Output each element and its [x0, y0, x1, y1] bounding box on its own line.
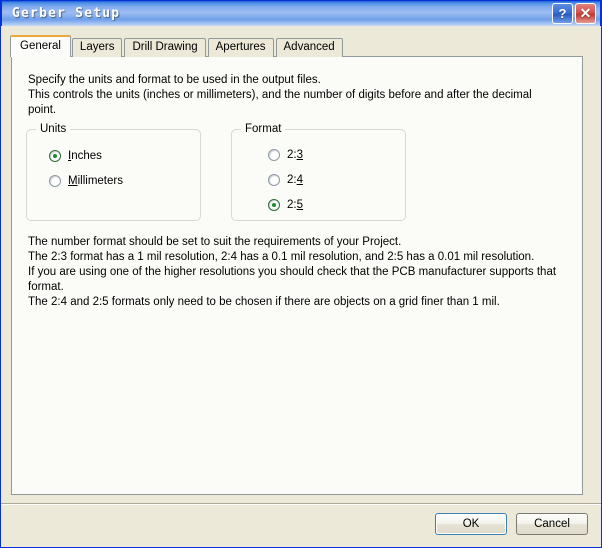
- radio-millimeters-mnemonic: M: [68, 175, 78, 187]
- units-group: Units Inches Millimeters: [26, 123, 201, 221]
- radio-inches[interactable]: Inches: [49, 150, 102, 162]
- title-bar-buttons: ? ✕: [552, 3, 596, 24]
- radio-format-2-3-prefix: 2:: [287, 149, 297, 161]
- radio-format-2-5-prefix: 2:: [287, 199, 297, 211]
- radio-format-2-4-prefix: 2:: [287, 174, 297, 186]
- format-group-label: Format: [241, 123, 286, 136]
- format-group: Format 2:3 2:4 2:5: [231, 123, 406, 221]
- radio-format-2-3-mnemonic: 3: [296, 149, 303, 161]
- title-bar: Gerber Setup ? ✕: [1, 0, 601, 26]
- tab-content-panel: Specify the units and format to be used …: [11, 56, 583, 495]
- radio-format-2-5-label: 2:5: [287, 199, 303, 211]
- tab-drill-drawing[interactable]: Drill Drawing: [124, 38, 206, 57]
- radio-format-2-4[interactable]: 2:4: [268, 174, 303, 186]
- radio-inches-indicator[interactable]: [49, 150, 61, 162]
- radio-inches-label: Inches: [68, 150, 102, 162]
- radio-format-2-3[interactable]: 2:3: [268, 149, 303, 161]
- radio-millimeters-label: Millimeters: [68, 175, 123, 187]
- intro-text: Specify the units and format to be used …: [28, 74, 532, 116]
- radio-millimeters-text: illimeters: [77, 175, 123, 187]
- cancel-button[interactable]: Cancel: [516, 513, 588, 535]
- tab-advanced[interactable]: Advanced: [275, 38, 343, 57]
- radio-format-2-5-mnemonic: 5: [296, 199, 303, 211]
- ok-button[interactable]: OK: [435, 513, 507, 535]
- tab-layers[interactable]: Layers: [71, 38, 123, 57]
- radio-format-2-3-label: 2:3: [287, 149, 303, 161]
- radio-inches-text: nches: [71, 150, 102, 162]
- gerber-setup-dialog: Gerber Setup ? ✕ General Layers Drill Dr…: [0, 0, 602, 548]
- radio-millimeters[interactable]: Millimeters: [49, 175, 123, 187]
- detail-text: The number format should be set to suit …: [28, 236, 557, 308]
- radio-format-2-5[interactable]: 2:5: [268, 199, 303, 211]
- tab-strip: General Layers Drill Drawing Apertures A…: [10, 35, 345, 57]
- radio-format-2-4-label: 2:4: [287, 174, 303, 186]
- tab-apertures[interactable]: Apertures: [207, 38, 274, 57]
- tab-general[interactable]: General: [10, 35, 71, 57]
- footer-separator: [1, 503, 601, 505]
- radio-millimeters-indicator[interactable]: [49, 175, 61, 187]
- units-group-label: Units: [36, 123, 71, 136]
- close-icon[interactable]: ✕: [575, 3, 596, 24]
- radio-format-2-4-mnemonic: 4: [296, 174, 303, 186]
- window-title: Gerber Setup: [12, 6, 121, 21]
- radio-format-2-5-indicator[interactable]: [268, 199, 280, 211]
- radio-format-2-4-indicator[interactable]: [268, 174, 280, 186]
- radio-format-2-3-indicator[interactable]: [268, 149, 280, 161]
- help-icon[interactable]: ?: [552, 3, 573, 24]
- footer-buttons: OK Cancel: [435, 513, 588, 535]
